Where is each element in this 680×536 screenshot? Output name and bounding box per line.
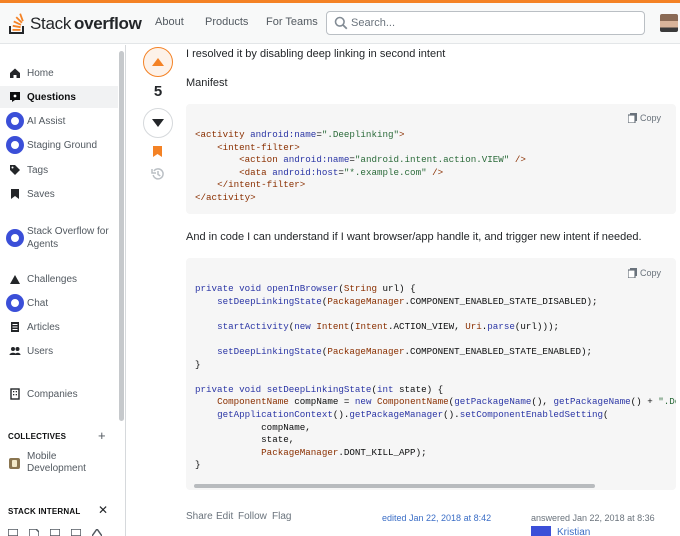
challenges-icon [8,273,21,286]
left-sidebar: Home Questions AI Assist Staging Ground … [0,45,126,536]
bookmark-icon[interactable] [152,145,163,158]
sidebar-item-agents[interactable]: Stack Overflow for Agents [0,223,118,251]
copy-button[interactable]: Copy [628,267,661,280]
search-input[interactable] [351,15,636,31]
share-link[interactable]: Share [186,511,213,522]
home-icon [8,67,21,80]
history-icon[interactable] [151,167,165,181]
sidebar-item-label: Users [27,345,54,357]
sidebar-item-articles[interactable]: Articles [0,320,118,334]
stack-internal-icon-row [8,529,108,536]
sidebar-item-companies[interactable]: Companies [0,387,118,401]
sidebar-item-label: Companies [27,388,78,400]
sidebar-item-saves[interactable]: Saves [0,187,118,201]
collective-label-line2: Development [27,463,86,474]
stack-internal-icon[interactable] [71,529,81,536]
stack-internal-icon[interactable] [29,529,39,536]
search-icon [334,16,348,30]
logo-text-normal: stack [30,14,72,33]
nav-for-teams[interactable]: For Teams [266,16,318,28]
copy-icon [628,268,637,279]
sidebar-item-label: Saves [27,188,55,200]
copy-icon [628,113,637,124]
nav-products[interactable]: Products [205,16,248,28]
edited-timestamp[interactable]: edited Jan 22, 2018 at 8:42 [382,513,491,523]
search-box[interactable] [326,11,645,35]
close-stack-internal-icon[interactable]: ✕ [98,503,108,517]
code-explanation-text: And in code I can understand if I want b… [186,231,642,243]
stack-overflow-logo-icon [9,13,24,34]
sidebar-scrollbar[interactable] [119,51,124,421]
companies-icon [8,388,21,401]
sidebar-item-users[interactable]: Users [0,344,118,358]
manifest-code-block: Copy <activity android:name=".Deeplinkin… [186,104,676,214]
copy-label: Copy [640,268,662,278]
sidebar-item-staging-ground[interactable]: Staging Ground [0,136,118,154]
sidebar-item-challenges[interactable]: Challenges [0,272,118,286]
author-avatar[interactable] [531,526,551,536]
arrow-down-icon [152,119,164,127]
author-card[interactable]: Kristian [531,526,590,536]
sidebar-item-label: AI Assist [27,115,66,127]
manifest-label: Manifest [186,77,228,89]
answered-timestamp: answered Jan 22, 2018 at 8:36 [531,513,655,523]
agents-label-line1: Stack Overflow for [27,226,109,237]
collective-label-line1: Mobile [27,451,57,462]
arrow-up-icon [152,58,164,66]
java-code-text: private void openInBrowser(String url) {… [195,283,676,471]
sidebar-item-label: Staging Ground [27,139,98,151]
stack-internal-title: STACK INTERNAL [8,507,81,516]
sidebar-item-chat[interactable]: Chat [0,294,118,312]
agents-label-line2: Agents [27,239,59,250]
collective-label: Mobile Development [27,451,86,475]
logo-text: stack overflow [30,14,142,34]
sidebar-item-questions[interactable]: Questions [0,86,118,108]
sidebar-item-label: Home [27,67,54,79]
answer-intro-text: I resolved it by disabling deep linking … [186,48,446,60]
top-bar: stack overflow About Products For Teams [0,0,680,44]
sidebar-item-label: Challenges [27,273,78,285]
java-code-block: Copy private void openInBrowser(String u… [186,258,676,490]
sidebar-item-label: Tags [27,164,49,176]
add-collective-plus-icon[interactable]: + [98,428,106,443]
tag-icon [8,164,21,177]
stack-internal-icon[interactable] [50,529,60,536]
sidebar-item-tags[interactable]: Tags [0,163,118,177]
upvote-button[interactable] [143,47,173,77]
chat-icon [6,294,24,312]
flag-link[interactable]: Flag [272,511,291,522]
sidebar-item-label: Chat [27,297,49,309]
mobile-development-collective-icon [8,457,21,470]
collectives-title: COLLECTIVES [8,432,67,441]
agents-icon [6,229,24,247]
logo-text-bold: overflow [74,14,142,33]
bookmark-icon [8,188,21,201]
staging-ground-icon [6,136,24,154]
user-avatar[interactable] [660,14,678,32]
sidebar-item-label: Articles [27,321,60,333]
edit-link[interactable]: Edit [216,511,233,522]
follow-link[interactable]: Follow [238,511,267,522]
questions-icon [8,91,21,104]
author-name[interactable]: Kristian [557,527,590,536]
ai-assist-icon [6,112,24,130]
stack-internal-icon[interactable] [92,529,102,536]
sidebar-item-label: Stack Overflow for Agents [27,225,109,251]
downvote-button[interactable] [143,108,173,138]
collective-item-mobile-development[interactable]: Mobile Development [0,450,118,476]
manifest-code-text: <activity android:name=".Deeplinking"> <… [195,129,526,203]
sidebar-item-label: Questions [27,91,76,103]
stack-overflow-logo[interactable]: stack overflow [8,12,142,36]
vote-count: 5 [153,83,163,100]
copy-button[interactable]: Copy [628,112,661,125]
code-horizontal-scrollbar[interactable] [194,484,595,488]
articles-icon [8,321,21,334]
copy-label: Copy [640,113,662,123]
users-icon [8,345,21,358]
sidebar-item-home[interactable]: Home [0,66,118,80]
stack-internal-icon[interactable] [8,529,18,536]
nav-about[interactable]: About [155,16,184,28]
sidebar-item-ai-assist[interactable]: AI Assist [0,112,118,130]
